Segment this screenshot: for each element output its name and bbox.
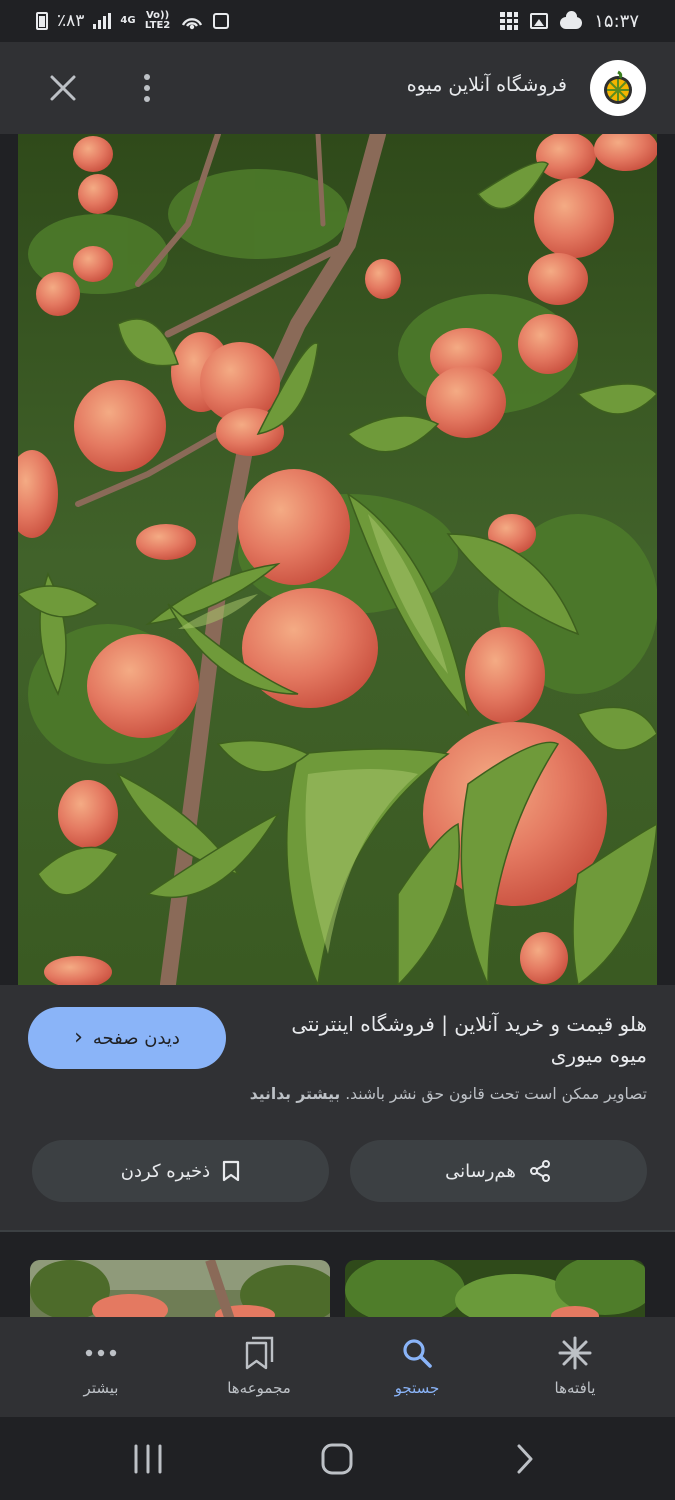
cloud-icon — [560, 11, 583, 29]
share-button[interactable]: هم‌رسانی — [350, 1140, 647, 1202]
network-type: 4G — [120, 15, 136, 26]
nav-collections[interactable]: مجموعه‌ها — [184, 1317, 334, 1417]
app-notification-icon — [212, 13, 229, 29]
site-title[interactable]: فروشگاه آنلاین میوه — [407, 74, 567, 96]
gallery-icon — [530, 13, 549, 29]
dot — [144, 74, 150, 80]
system-navigation-bar — [0, 1417, 675, 1500]
apps-grid-icon — [500, 12, 519, 30]
recent-apps-button[interactable] — [118, 1435, 178, 1483]
share-icon — [529, 1160, 550, 1182]
dot — [144, 85, 150, 91]
learn-more-link[interactable]: بیشتر بدانید — [250, 1085, 340, 1103]
copyright-notice: تصاویر ممکن است تحت قانون حق نشر باشند. … — [250, 1085, 647, 1103]
more-options-button[interactable] — [132, 68, 162, 108]
share-label: هم‌رسانی — [445, 1160, 516, 1182]
dot — [144, 96, 150, 102]
bookmark-icon — [223, 1160, 240, 1182]
copyright-text: تصاویر ممکن است تحت قانون حق نشر باشند. — [345, 1085, 647, 1103]
image-info-panel: دیدن صفحه ‹ هلو قیمت و خرید آنلاین | فرو… — [0, 985, 675, 1230]
visit-label: دیدن صفحه — [92, 1027, 180, 1049]
recent-apps-icon — [134, 1444, 162, 1474]
battery-level: ٪۸۳ — [57, 11, 85, 31]
save-label: ذخیره کردن — [120, 1160, 211, 1182]
more-horizontal-icon — [85, 1335, 117, 1371]
related-image — [345, 1260, 645, 1320]
nav-search-label: جستجو — [394, 1379, 440, 1397]
nav-more-label: بیشتر — [83, 1379, 119, 1397]
battery-icon — [36, 12, 48, 30]
divider — [0, 1230, 675, 1232]
clock: ۱۵:۳۷ — [594, 10, 639, 32]
close-button[interactable] — [40, 65, 86, 111]
related-image-thumbnail[interactable] — [30, 1260, 330, 1320]
hotspot-icon — [181, 18, 202, 30]
status-right: ۱۵:۳۷ — [500, 8, 639, 34]
status-left: ٪۸۳ 4G Vo)) LTE2 — [36, 8, 229, 34]
home-button[interactable] — [307, 1435, 367, 1483]
asterisk-icon — [558, 1335, 592, 1371]
back-chevron-icon — [517, 1444, 533, 1474]
nav-discover-label: یافته‌ها — [554, 1379, 596, 1397]
close-icon — [50, 75, 76, 101]
nav-search[interactable]: جستجو — [342, 1317, 492, 1417]
back-button[interactable] — [495, 1435, 555, 1483]
result-title[interactable]: هلو قیمت و خرید آنلاین | فروشگاه اینترنت… — [267, 1009, 647, 1071]
nav-more[interactable]: بیشتر — [26, 1317, 176, 1417]
home-icon — [321, 1443, 353, 1475]
nav-collections-label: مجموعه‌ها — [227, 1379, 291, 1397]
viewer-header: فروشگاه آنلاین میوه — [0, 42, 675, 134]
status-bar: ٪۸۳ 4G Vo)) LTE2 ۱۵:۳۷ — [0, 0, 675, 42]
search-icon — [401, 1335, 433, 1371]
bottom-navigation: بیشتر مجموعه‌ها جستجو یافته‌ها — [0, 1317, 675, 1417]
save-button[interactable]: ذخیره کردن — [32, 1140, 329, 1202]
nav-discover[interactable]: یافته‌ها — [500, 1317, 650, 1417]
related-image — [30, 1260, 330, 1320]
signal-icon — [93, 13, 112, 29]
site-logo[interactable] — [590, 60, 646, 116]
site-logo-icon — [604, 70, 632, 104]
visit-page-button[interactable]: دیدن صفحه ‹ — [28, 1007, 226, 1069]
related-image-thumbnail[interactable] — [345, 1260, 645, 1320]
main-image[interactable] — [18, 134, 657, 985]
chevron-left-icon: ‹ — [74, 1025, 83, 1050]
collections-icon — [244, 1335, 274, 1371]
peach-tree-image — [18, 134, 657, 985]
volte-indicator: Vo)) LTE2 — [144, 10, 171, 31]
